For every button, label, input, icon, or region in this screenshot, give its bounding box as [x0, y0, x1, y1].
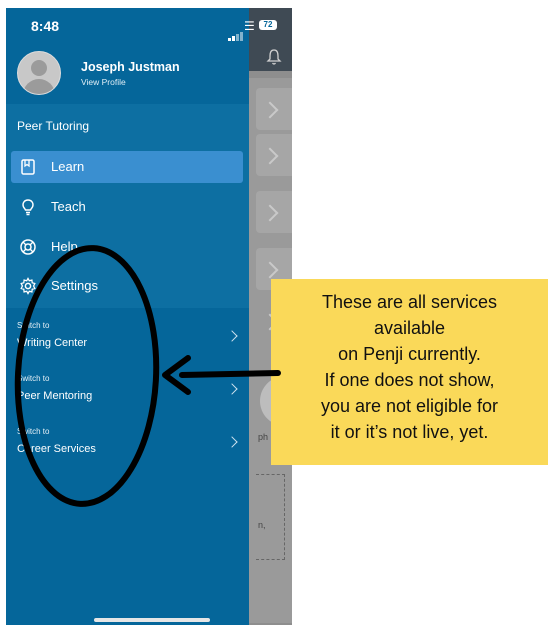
switch-label: Writing Center: [17, 337, 88, 349]
switch-prefix: Switch to: [17, 427, 50, 436]
book-icon: [21, 159, 35, 175]
chevron-right-icon[interactable]: [226, 436, 238, 448]
status-bar: 8:48 ☰ 72: [6, 8, 292, 42]
chevron-right-icon[interactable]: [226, 383, 238, 395]
switch-label: Career Services: [17, 443, 96, 455]
gear-icon: [20, 277, 36, 295]
chevron-right-icon[interactable]: [226, 330, 238, 342]
background-dashed-box: [256, 474, 285, 560]
avatar: [17, 51, 61, 95]
menu-item-settings[interactable]: Settings: [11, 270, 243, 302]
switch-prefix: Switch to: [17, 321, 50, 330]
profile-name: Joseph Justman: [81, 60, 180, 74]
lifebuoy-icon: [20, 239, 36, 255]
switch-label: Peer Mentoring: [17, 390, 93, 402]
view-profile-link[interactable]: View Profile: [81, 77, 126, 87]
bell-icon: [266, 49, 282, 65]
menu-item-label: Help: [51, 239, 78, 254]
battery-icon: 72: [259, 20, 277, 30]
navigation-drawer: Joseph Justman View Profile Peer Tutorin…: [6, 8, 249, 625]
menu-item-teach[interactable]: Teach: [11, 191, 243, 223]
switch-writing-center[interactable]: Switch to Writing Center: [17, 321, 87, 349]
status-time: 8:48: [31, 18, 60, 34]
lightbulb-icon: [22, 199, 34, 216]
section-title: Peer Tutoring: [17, 119, 90, 133]
profile-header[interactable]: Joseph Justman View Profile: [6, 42, 249, 104]
menu-item-learn[interactable]: Learn: [11, 151, 243, 183]
background-text: ph: [258, 432, 269, 442]
switch-peer-mentoring[interactable]: Switch to Peer Mentoring: [17, 374, 92, 402]
menu-item-label: Settings: [51, 278, 98, 293]
menu-item-label: Learn: [51, 159, 85, 174]
switch-prefix: Switch to: [17, 374, 50, 383]
annotation-text: These are all services available on Penj…: [320, 292, 499, 442]
phone-screen: ph n, Joseph Justman View Profile Peer T…: [6, 8, 292, 625]
annotation-callout: These are all services available on Penj…: [271, 279, 548, 465]
menu-item-help[interactable]: Help: [11, 231, 243, 263]
background-text: n,: [258, 520, 266, 530]
home-indicator[interactable]: [94, 618, 210, 622]
wifi-icon: ☰: [244, 19, 255, 33]
switch-career-services[interactable]: Switch to Career Services: [17, 427, 96, 455]
signal-icon: [228, 23, 244, 41]
menu-item-label: Teach: [51, 199, 86, 214]
